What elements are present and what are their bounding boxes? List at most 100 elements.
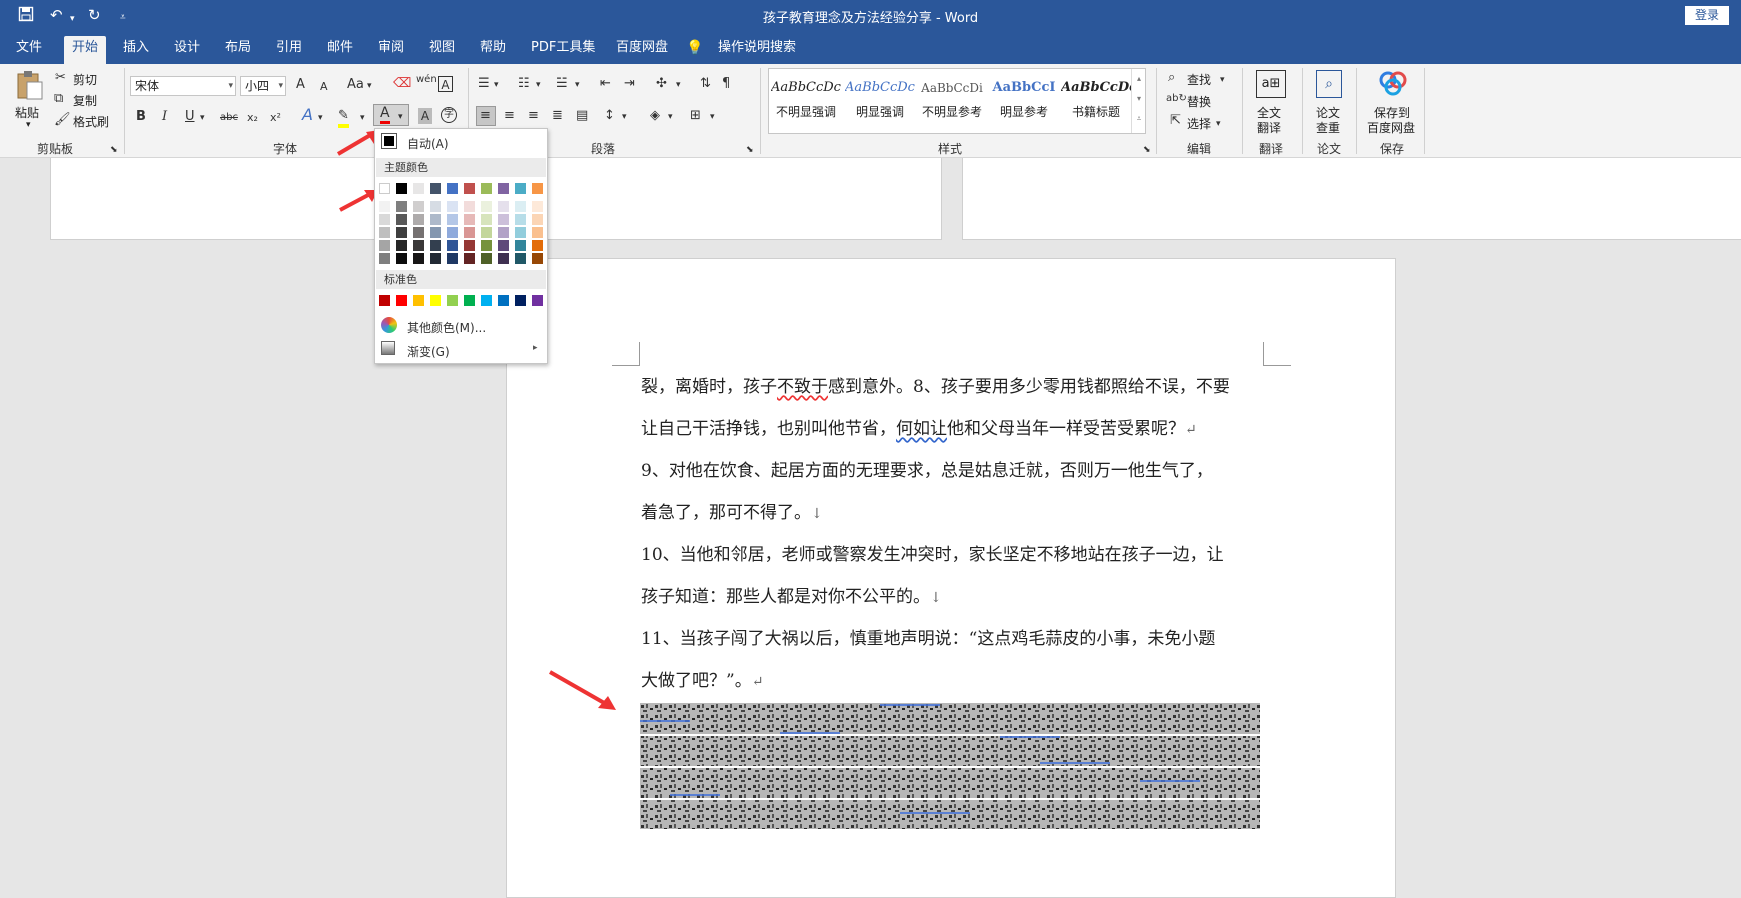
- tell-me-search[interactable]: 操作说明搜索: [710, 36, 804, 64]
- chevron-down-icon[interactable]: ▾: [710, 109, 715, 125]
- chevron-down-icon[interactable]: ▾: [494, 77, 499, 93]
- theme-shade-swatch[interactable]: [413, 240, 424, 251]
- theme-shade-swatch[interactable]: [379, 227, 390, 238]
- theme-shade-swatch[interactable]: [532, 214, 543, 225]
- chevron-down-icon[interactable]: ▾: [536, 77, 541, 93]
- chevron-down-icon[interactable]: ▾: [575, 77, 580, 93]
- text-effects-icon[interactable]: A: [302, 107, 313, 123]
- bullets-icon[interactable]: ☰: [478, 76, 490, 92]
- standard-color-swatch[interactable]: [464, 295, 475, 306]
- style-intense-reference[interactable]: AaBbCcI 明显参考: [989, 77, 1059, 120]
- body-line-3[interactable]: 9、对他在饮食、起居方面的无理要求，总是姑息迁就，否则万一他生气了，: [641, 461, 1213, 481]
- auto-color-option[interactable]: 自动(A): [407, 135, 449, 152]
- chinese-layout-icon[interactable]: ✣: [656, 76, 667, 92]
- tab-view[interactable]: 视图: [421, 36, 463, 64]
- chevron-down-icon[interactable]: ▾: [676, 77, 681, 93]
- subscript-icon[interactable]: x₂: [247, 110, 258, 126]
- underline-icon[interactable]: U: [185, 109, 195, 125]
- theme-shade-swatch[interactable]: [447, 214, 458, 225]
- auto-color-swatch[interactable]: [381, 133, 397, 149]
- theme-shade-swatch[interactable]: [532, 227, 543, 238]
- paper-check-icon[interactable]: ⌕: [1316, 70, 1342, 98]
- standard-color-swatch[interactable]: [396, 295, 407, 306]
- standard-color-swatch[interactable]: [413, 295, 424, 306]
- theme-shade-swatch[interactable]: [515, 240, 526, 251]
- chevron-down-icon[interactable]: ▾: [318, 110, 323, 126]
- theme-color-swatch[interactable]: [481, 183, 492, 194]
- theme-shade-swatch[interactable]: [430, 214, 441, 225]
- tab-home[interactable]: 开始: [64, 36, 107, 64]
- chevron-down-icon[interactable]: ▾: [622, 109, 627, 125]
- replace-icon[interactable]: ab↻: [1166, 91, 1187, 107]
- standard-color-swatch[interactable]: [447, 295, 458, 306]
- tab-help[interactable]: 帮助: [472, 36, 514, 64]
- tab-baidu-netdisk[interactable]: 百度网盘: [608, 36, 676, 64]
- tab-review[interactable]: 审阅: [370, 36, 412, 64]
- theme-shade-swatch[interactable]: [464, 214, 475, 225]
- tab-file[interactable]: 文件: [8, 36, 50, 64]
- replace-button[interactable]: 替换: [1187, 93, 1211, 110]
- body-line-2[interactable]: 让自己干活挣钱，也别叫他节省，何如让他和父母当年一样受苦受累呢？↵: [641, 419, 1197, 440]
- change-case-icon[interactable]: Aa: [347, 77, 364, 93]
- body-line-4[interactable]: 着急了，那可不得了。↓: [641, 503, 823, 524]
- dialog-launcher-icon[interactable]: ⬊: [746, 142, 754, 158]
- body-line-8[interactable]: 大做了吧？”。↵: [641, 671, 763, 692]
- bold-icon[interactable]: B: [136, 109, 146, 125]
- shrink-font-icon[interactable]: A: [320, 79, 328, 95]
- paste-icon[interactable]: [14, 70, 46, 100]
- theme-shade-swatch[interactable]: [396, 201, 407, 212]
- format-painter-button[interactable]: 格式刷: [73, 113, 109, 130]
- theme-shade-swatch[interactable]: [430, 201, 441, 212]
- chevron-down-icon[interactable]: ▾: [367, 78, 372, 94]
- find-button[interactable]: 查找: [1187, 71, 1211, 88]
- body-line-1[interactable]: 裂，离婚时，孩子不致于感到意外。8、孩子要用多少零用钱都照给不误，不要: [641, 377, 1230, 397]
- theme-color-swatch[interactable]: [464, 183, 475, 194]
- multilevel-list-icon[interactable]: ☱: [556, 76, 568, 92]
- strikethrough-icon[interactable]: abc: [220, 110, 238, 126]
- chevron-down-icon[interactable]: ▾: [1216, 116, 1221, 132]
- paper-label-2[interactable]: 查重: [1316, 119, 1340, 136]
- font-name-combo[interactable]: 宋体 ▾: [130, 76, 236, 96]
- theme-shade-swatch[interactable]: [498, 214, 509, 225]
- font-color-button[interactable]: [373, 104, 409, 126]
- select-button[interactable]: 选择: [1187, 115, 1211, 132]
- theme-color-swatch[interactable]: [447, 183, 458, 194]
- standard-color-swatch[interactable]: [532, 295, 543, 306]
- standard-color-swatch[interactable]: [515, 295, 526, 306]
- standard-color-swatch[interactable]: [430, 295, 441, 306]
- translate-label-2[interactable]: 翻译: [1257, 119, 1281, 136]
- font-color-icon[interactable]: A: [380, 106, 390, 124]
- theme-shade-swatch[interactable]: [515, 214, 526, 225]
- increase-indent-icon[interactable]: ⇥: [624, 76, 635, 92]
- phonetic-guide-icon[interactable]: wén: [416, 72, 437, 88]
- char-border-icon[interactable]: A: [438, 76, 453, 92]
- theme-shade-swatch[interactable]: [464, 227, 475, 238]
- sort-icon[interactable]: ⇅: [700, 76, 711, 92]
- highlight-icon[interactable]: ✎: [338, 108, 349, 128]
- clear-format-icon[interactable]: ⌫: [393, 76, 411, 92]
- theme-shade-swatch[interactable]: [481, 214, 492, 225]
- theme-shade-swatch[interactable]: [515, 227, 526, 238]
- theme-shade-swatch[interactable]: [413, 201, 424, 212]
- style-book-title[interactable]: AaBbCcDc 书籍标题: [1061, 77, 1131, 120]
- grow-font-icon[interactable]: A: [296, 77, 305, 93]
- baidu-netdisk-icon[interactable]: [1378, 70, 1408, 96]
- style-intense-emphasis[interactable]: AaBbCcDc 明显强调: [845, 77, 915, 120]
- theme-shade-swatch[interactable]: [515, 253, 526, 264]
- char-shading-icon[interactable]: A: [418, 108, 432, 124]
- tab-design[interactable]: 设计: [166, 36, 208, 64]
- theme-shade-swatch[interactable]: [481, 201, 492, 212]
- tab-pdf-tools[interactable]: PDF工具集: [523, 36, 603, 64]
- theme-shade-swatch[interactable]: [498, 227, 509, 238]
- save-label-2[interactable]: 百度网盘: [1367, 119, 1415, 136]
- theme-shade-swatch[interactable]: [379, 240, 390, 251]
- theme-shade-swatch[interactable]: [481, 227, 492, 238]
- theme-shade-swatch[interactable]: [396, 227, 407, 238]
- gallery-scroll[interactable]: ▴ ▾ ⩡: [1131, 69, 1146, 133]
- theme-shade-swatch[interactable]: [430, 227, 441, 238]
- enclose-char-icon[interactable]: 字: [441, 107, 457, 123]
- line-spacing-icon[interactable]: ↕: [604, 108, 615, 124]
- theme-shade-swatch[interactable]: [515, 201, 526, 212]
- gradient-option[interactable]: 渐变(G): [407, 343, 450, 360]
- style-subtle-emphasis[interactable]: AaBbCcDc 不明显强调: [771, 77, 841, 120]
